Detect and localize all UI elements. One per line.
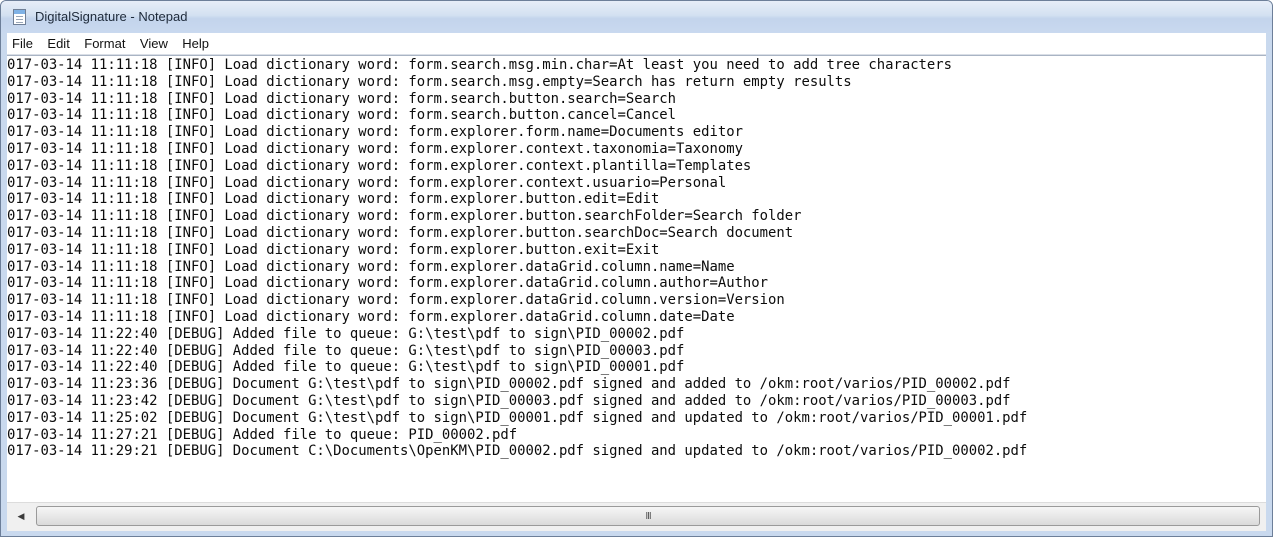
- text-line: 017-03-14 11:11:18 [INFO] Load dictionar…: [7, 241, 660, 258]
- text-line: 017-03-14 11:11:18 [INFO] Load dictionar…: [7, 174, 727, 191]
- text-line: 017-03-14 11:25:02 [DEBUG] Document G:\t…: [7, 409, 1028, 426]
- title-bar[interactable]: DigitalSignature - Notepad: [1, 1, 1272, 33]
- text-line: 017-03-14 11:11:18 [INFO] Load dictionar…: [7, 57, 953, 73]
- text-line: 017-03-14 11:11:18 [INFO] Load dictionar…: [7, 124, 743, 141]
- menu-edit[interactable]: Edit: [44, 33, 72, 52]
- text-line: 017-03-14 11:11:18 [INFO] Load dictionar…: [7, 191, 660, 208]
- text-line: 017-03-14 11:29:21 [DEBUG] Document C:\D…: [7, 443, 1028, 460]
- menu-help[interactable]: Help: [179, 33, 212, 52]
- text-line: 017-03-14 11:11:18 [INFO] Load dictionar…: [7, 73, 852, 90]
- scroll-left-button[interactable]: ◀: [10, 505, 32, 527]
- scroll-thumb[interactable]: III: [36, 506, 1260, 526]
- log-text[interactable]: 017-03-14 11:11:18 [INFO] Load dictionar…: [7, 57, 1027, 460]
- text-line: 017-03-14 11:11:18 [INFO] Load dictionar…: [7, 224, 794, 241]
- menu-file[interactable]: File: [9, 33, 36, 52]
- window-title: DigitalSignature - Notepad: [35, 9, 188, 24]
- notepad-icon: [13, 9, 26, 25]
- grip-icon: III: [645, 511, 651, 522]
- text-line: 017-03-14 11:22:40 [DEBUG] Added file to…: [7, 342, 685, 359]
- text-line: 017-03-14 11:22:40 [DEBUG] Added file to…: [7, 359, 685, 376]
- text-line: 017-03-14 11:11:18 [INFO] Load dictionar…: [7, 107, 677, 124]
- text-line: 017-03-14 11:11:18 [INFO] Load dictionar…: [7, 140, 743, 157]
- text-line: 017-03-14 11:11:18 [INFO] Load dictionar…: [7, 292, 785, 309]
- text-line: 017-03-14 11:23:36 [DEBUG] Document G:\t…: [7, 376, 1011, 393]
- text-line: 017-03-14 11:11:18 [INFO] Load dictionar…: [7, 157, 752, 174]
- menu-view[interactable]: View: [137, 33, 171, 52]
- notepad-window: DigitalSignature - Notepad File Edit For…: [0, 0, 1273, 537]
- chevron-left-icon: ◀: [17, 510, 25, 521]
- text-line: 017-03-14 11:11:18 [INFO] Load dictionar…: [7, 208, 802, 225]
- text-line: 017-03-14 11:11:18 [INFO] Load dictionar…: [7, 308, 735, 325]
- text-line: 017-03-14 11:11:18 [INFO] Load dictionar…: [7, 90, 677, 107]
- menu-format[interactable]: Format: [81, 33, 128, 52]
- horizontal-scrollbar[interactable]: ◀ III: [7, 502, 1266, 531]
- text-line: 017-03-14 11:27:21 [DEBUG] Added file to…: [7, 426, 518, 443]
- text-line: 017-03-14 11:11:18 [INFO] Load dictionar…: [7, 275, 769, 292]
- text-line: 017-03-14 11:11:18 [INFO] Load dictionar…: [7, 258, 735, 275]
- text-line: 017-03-14 11:23:42 [DEBUG] Document G:\t…: [7, 392, 1011, 409]
- text-line: 017-03-14 11:22:40 [DEBUG] Added file to…: [7, 325, 685, 342]
- menu-bar: File Edit Format View Help: [7, 33, 1266, 55]
- text-editor[interactable]: 017-03-14 11:11:18 [INFO] Load dictionar…: [7, 55, 1266, 502]
